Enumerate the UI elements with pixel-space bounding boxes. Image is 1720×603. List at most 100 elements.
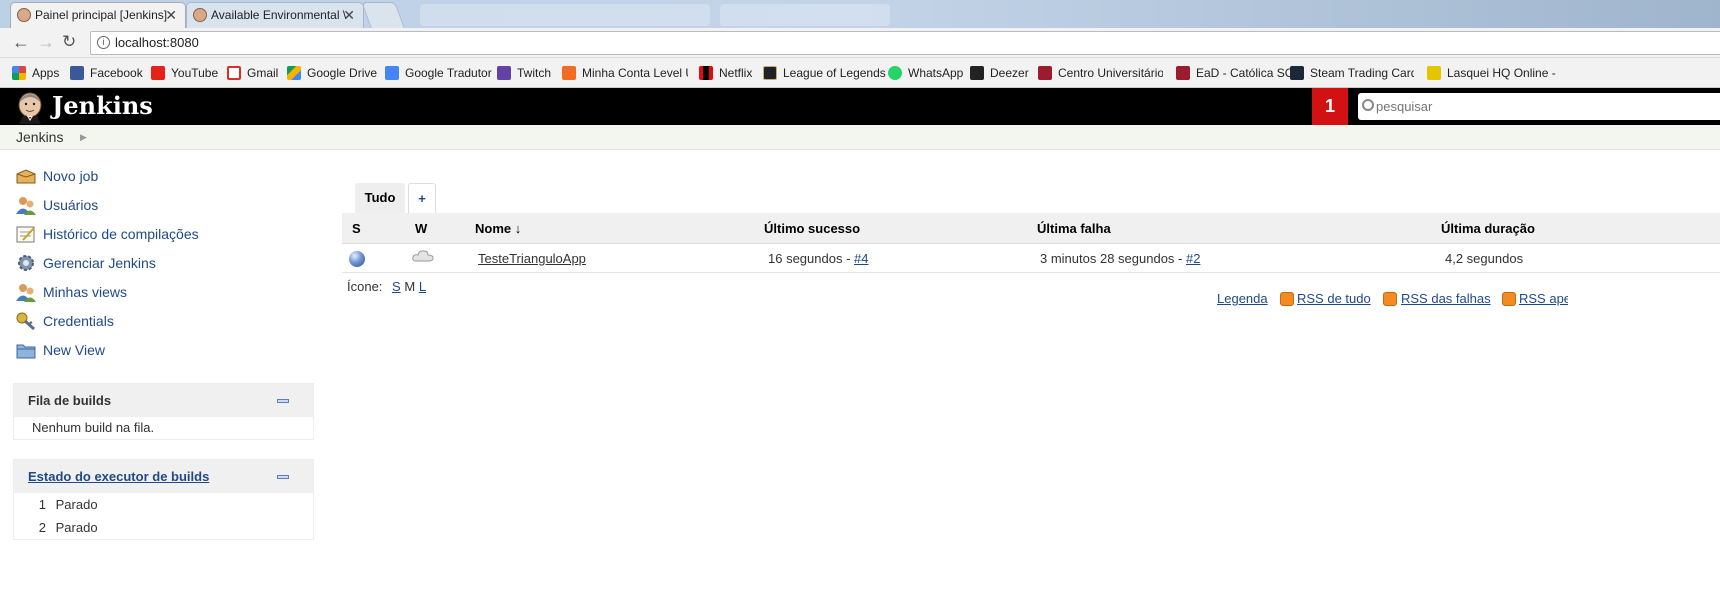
legend-link[interactable]: Legenda (1217, 291, 1268, 307)
rss-latest-link[interactable]: RSS ape (1519, 291, 1568, 307)
bookmark-apps[interactable]: Apps (12, 65, 59, 81)
browser-tab-environmental[interactable]: Available Environmental \ ✕ (186, 2, 364, 28)
notification-badge[interactable]: 1 (1312, 88, 1348, 125)
bookmark-label: Twitch (517, 66, 552, 80)
bookmark-google-tradutor[interactable]: Google Tradutor (385, 65, 492, 81)
bookmark-google-drive[interactable]: Google Drive (287, 65, 377, 81)
site-info-icon[interactable]: i (97, 36, 110, 49)
bookmark-whatsapp[interactable]: WhatsApp (888, 65, 963, 81)
bookmark-level-up[interactable]: Minha Conta Level Up (562, 65, 688, 81)
sidebar-item-credentials[interactable]: Credentials (15, 309, 114, 333)
column-last-success[interactable]: Último sucesso (764, 213, 860, 244)
sidebar-item-minhas-views[interactable]: Minhas views (15, 280, 127, 304)
sidebar-item-novo-job[interactable]: Novo job (15, 164, 98, 188)
last-success-build-link[interactable]: #4 (854, 251, 868, 266)
build-queue-title: Fila de builds (28, 393, 112, 408)
reload-icon[interactable]: ↻ (62, 33, 76, 51)
sidebar-item-historico[interactable]: Histórico de compilações (15, 222, 199, 246)
rss-icon (1502, 292, 1516, 306)
jobs-table-header: S W Nome ↓ Último sucesso Última falha Ú… (342, 213, 1720, 244)
new-view-icon (16, 344, 36, 359)
bookmark-label: Steam Trading Cards (1310, 66, 1414, 80)
bookmark-ead-catolica[interactable]: EaD - Católica SC (1176, 65, 1293, 81)
last-duration-cell: 4,2 segundos (1445, 251, 1524, 266)
last-success-time: 16 segundos - (768, 251, 855, 266)
lasquei-icon (1427, 66, 1441, 80)
bookmark-label: Facebook (90, 66, 143, 80)
executor-status: Parado (55, 497, 98, 512)
breadcrumb: Jenkins ▶ (0, 125, 1720, 150)
ead-icon (1176, 66, 1190, 80)
bookmark-centro-universitario[interactable]: Centro Universitário - (1038, 65, 1163, 81)
my-views-icon (16, 284, 36, 302)
collapse-icon[interactable] (277, 399, 289, 403)
browser-tab-jenkins[interactable]: Painel principal [Jenkins] ✕ (10, 2, 186, 28)
icon-size-label: Ícone: (347, 279, 383, 294)
breadcrumb-jenkins[interactable]: Jenkins (16, 125, 63, 150)
column-last-failure[interactable]: Última falha (1037, 213, 1111, 244)
app-title[interactable]: Jenkins (52, 91, 153, 121)
collapse-icon[interactable] (277, 475, 289, 479)
bookmark-facebook[interactable]: Facebook (70, 65, 143, 81)
column-name[interactable]: Nome ↓ (475, 213, 521, 244)
url-field[interactable]: i localhost:8080 (90, 31, 1720, 55)
bookmark-label: WhatsApp (908, 66, 964, 80)
browser-tab-strip: Painel principal [Jenkins] ✕ Available E… (0, 0, 1720, 28)
new-job-icon (16, 169, 36, 184)
rss-icon (1280, 292, 1294, 306)
levelup-icon (562, 66, 576, 80)
column-status[interactable]: S (352, 213, 361, 244)
bookmark-league-of-legends[interactable]: League of Legends (763, 65, 886, 81)
column-last-duration[interactable]: Última duração (1441, 213, 1535, 244)
google-drive-icon (287, 66, 301, 80)
gear-icon (18, 255, 34, 271)
bookmark-label: Google Tradutor (405, 66, 492, 80)
icon-size-l[interactable]: L (419, 279, 426, 294)
bookmark-lasquei-hq[interactable]: Lasquei HQ Online - (1427, 65, 1557, 81)
bookmark-label: Minha Conta Level Up (582, 66, 688, 80)
cloudy-weather-icon[interactable] (412, 248, 434, 262)
last-failure-build-link[interactable]: #2 (1186, 251, 1200, 266)
build-queue-pane: Fila de builds Nenhum build na fila. (13, 383, 314, 440)
bookmark-netflix[interactable]: Netflix (699, 65, 752, 81)
column-weather[interactable]: W (415, 213, 427, 244)
search-input[interactable] (1376, 96, 1696, 116)
add-view-tab[interactable]: + (408, 183, 436, 213)
bookmark-steam-trading-cards[interactable]: Steam Trading Cards (1290, 65, 1414, 81)
blue-ball-status-icon[interactable] (349, 251, 365, 267)
bookmark-gmail[interactable]: Gmail (227, 65, 278, 81)
bookmark-twitch[interactable]: Twitch (497, 65, 551, 81)
bookmark-label: YouTube (171, 66, 219, 80)
netflix-icon (699, 66, 713, 80)
facebook-icon (70, 66, 84, 80)
close-tab-icon[interactable]: ✕ (165, 3, 177, 27)
table-row: TesteTrianguloApp 16 segundos - #4 3 min… (342, 244, 1720, 273)
rss-failures-link[interactable]: RSS das falhas (1401, 291, 1491, 307)
task-label: Gerenciar Jenkins (43, 255, 156, 271)
new-tab-button[interactable] (361, 2, 405, 28)
executor-status-title-link[interactable]: Estado do executor de builds (28, 469, 209, 484)
bookmark-deezer[interactable]: Deezer (970, 65, 1029, 81)
breadcrumb-arrow-icon[interactable]: ▶ (80, 125, 87, 150)
bookmark-youtube[interactable]: YouTube (151, 65, 218, 81)
task-label: Histórico de compilações (43, 226, 199, 242)
tab-title: Painel principal [Jenkins] (35, 8, 168, 22)
build-history-icon (16, 226, 35, 243)
tab-tudo[interactable]: Tudo (355, 183, 405, 213)
jenkins-logo-icon[interactable] (14, 90, 46, 124)
icon-size-s[interactable]: S (392, 279, 401, 294)
sidebar-item-new-view[interactable]: New View (15, 338, 105, 362)
task-label: Credentials (43, 313, 114, 329)
back-arrow-icon[interactable]: ← (12, 33, 30, 51)
close-tab-icon[interactable]: ✕ (343, 3, 355, 27)
forward-arrow-icon[interactable]: → (37, 33, 55, 51)
rss-all-link[interactable]: RSS de tudo (1297, 291, 1371, 307)
job-link[interactable]: TesteTrianguloApp (478, 244, 586, 273)
apps-grid-icon (12, 66, 26, 80)
tab-title: Available Environmental \ (211, 8, 347, 22)
sidebar-item-gerenciar-jenkins[interactable]: Gerenciar Jenkins (15, 251, 156, 275)
icon-size-selector: Ícone: S M L (347, 279, 426, 295)
sidebar-item-usuarios[interactable]: Usuários (15, 193, 98, 217)
search-box (1358, 93, 1720, 120)
youtube-icon (151, 66, 165, 80)
